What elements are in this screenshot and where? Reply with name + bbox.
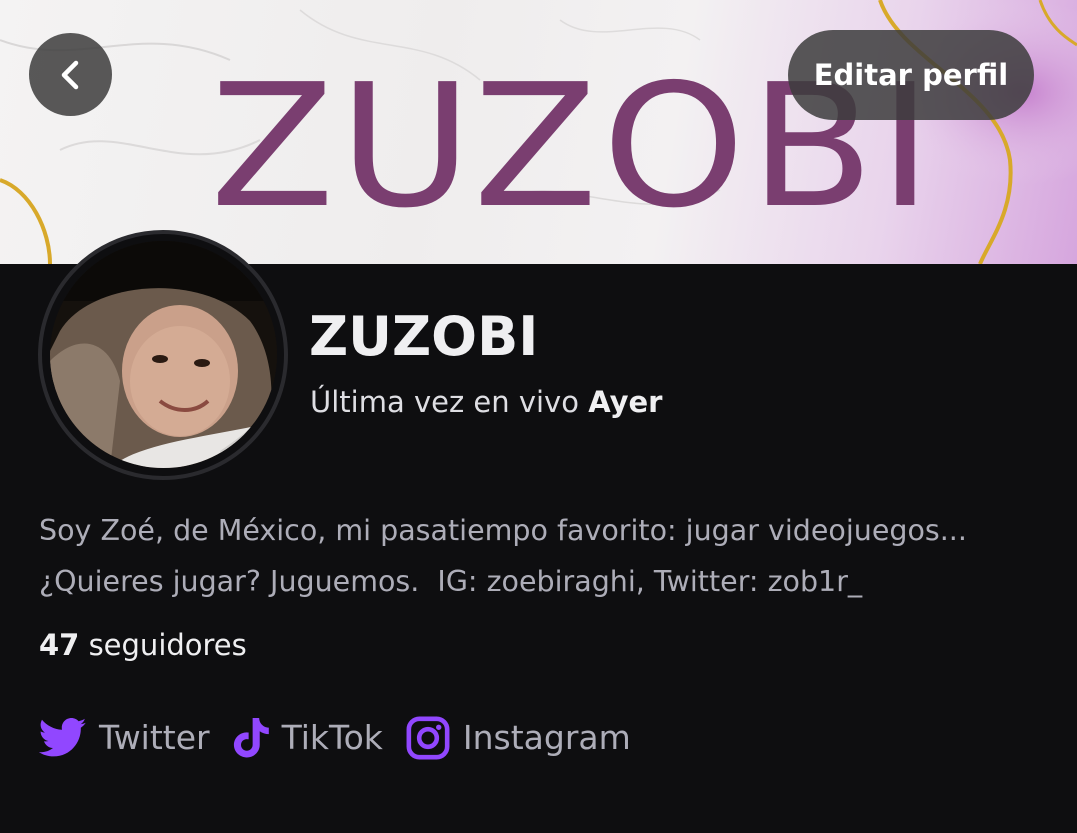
channel-name: ZUZOBI — [309, 305, 539, 368]
last-live-value: Ayer — [588, 385, 663, 419]
channel-profile-screen: ZUZOBI Editar perfil ZUZOBI Última vez e… — [0, 0, 1077, 833]
tiktok-icon — [232, 718, 270, 758]
followers-count[interactable]: 47 seguidores — [39, 623, 247, 667]
social-link-tiktok[interactable]: TikTok — [232, 716, 383, 760]
bio-line: Soy Zoé, de México, mi pasatiempo favori… — [39, 514, 967, 547]
profile-banner: ZUZOBI Editar perfil — [0, 0, 1077, 264]
last-live-status: Última vez en vivo Ayer — [310, 380, 662, 424]
edit-profile-button[interactable]: Editar perfil — [788, 30, 1034, 120]
social-label: Instagram — [462, 718, 631, 757]
social-label: Twitter — [99, 718, 210, 757]
chevron-left-icon — [61, 60, 78, 89]
social-link-instagram[interactable]: Instagram — [405, 715, 631, 761]
avatar-photo — [50, 241, 277, 468]
social-label: TikTok — [281, 718, 383, 757]
social-links: Twitter TikTok Instagram — [39, 708, 653, 768]
back-button[interactable] — [29, 33, 112, 116]
channel-bio: Soy Zoé, de México, mi pasatiempo favori… — [39, 505, 1059, 607]
followers-number: 47 — [39, 628, 80, 662]
followers-label: seguidores — [88, 628, 247, 662]
bio-line: ¿Quieres jugar? Juguemos. IG: zoebiraghi… — [39, 565, 863, 598]
instagram-icon — [405, 715, 451, 761]
last-live-prefix: Última vez en vivo — [310, 385, 579, 419]
twitter-icon — [39, 718, 87, 758]
avatar[interactable] — [50, 241, 277, 468]
social-link-twitter[interactable]: Twitter — [39, 716, 210, 760]
